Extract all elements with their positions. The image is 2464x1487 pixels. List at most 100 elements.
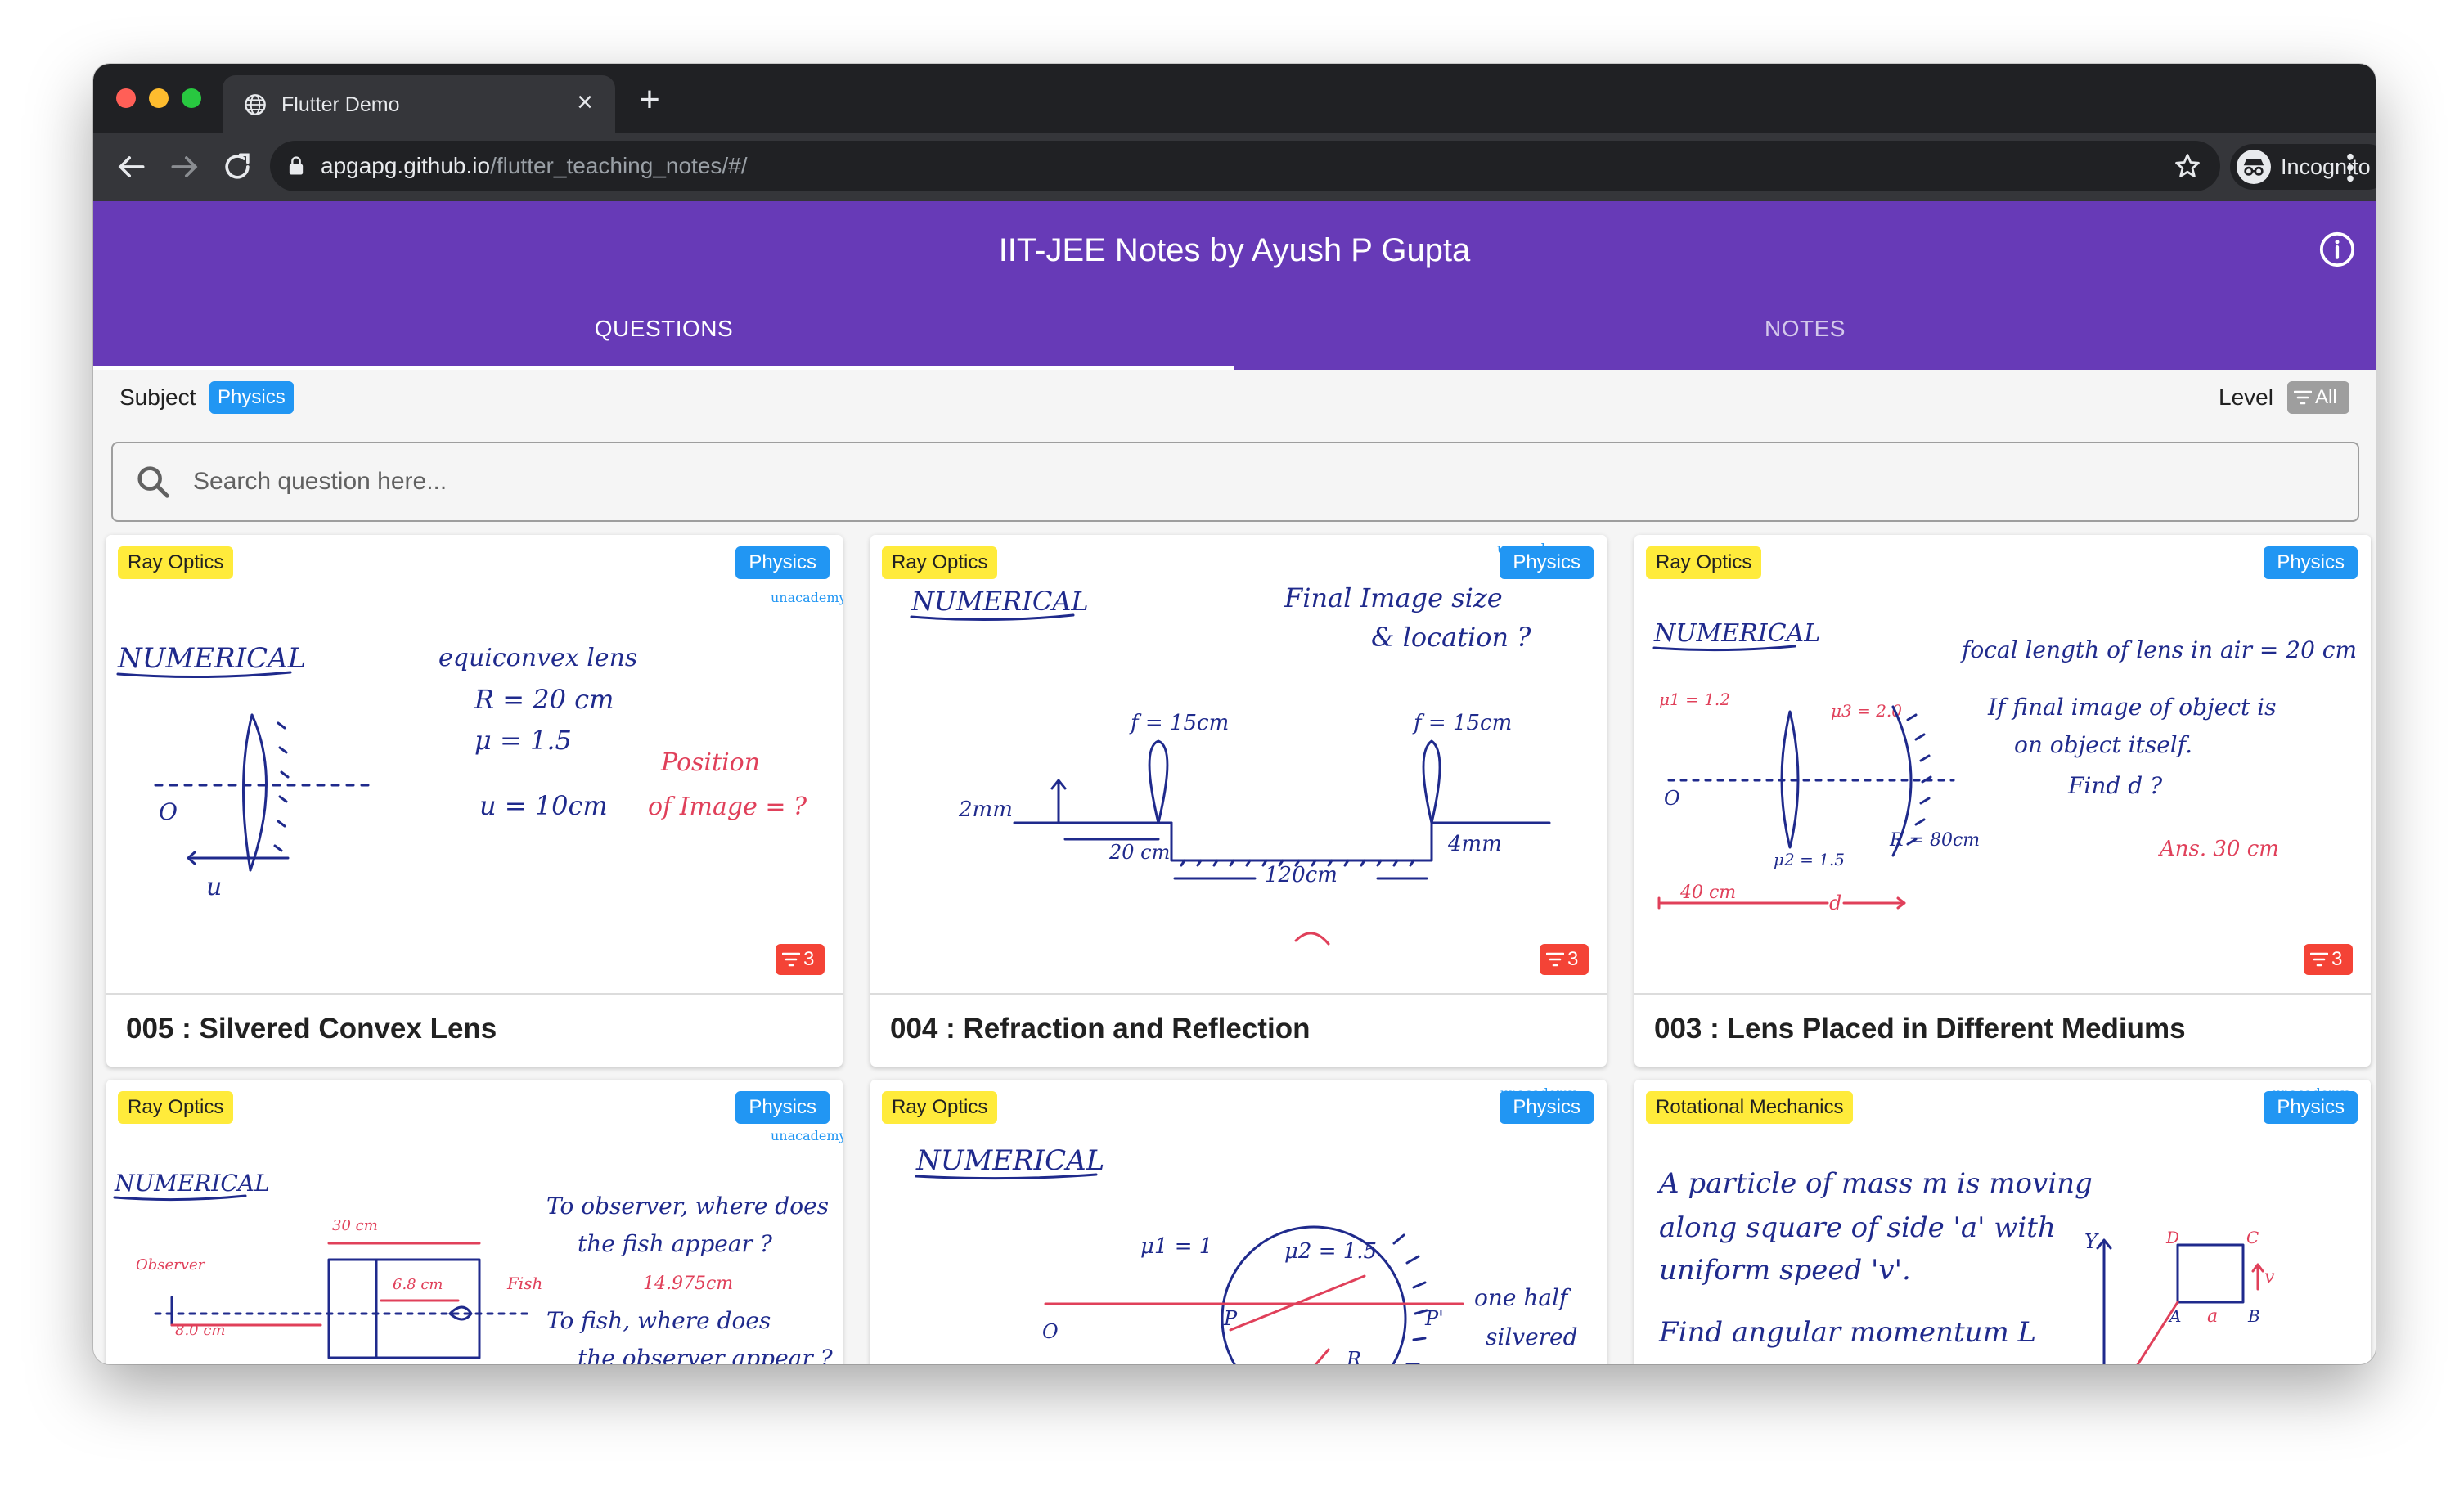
- url-host: apgapg.github.io: [321, 153, 491, 178]
- subject-filter-chip[interactable]: Physics: [209, 381, 294, 414]
- browser-tab[interactable]: Flutter Demo ×: [223, 75, 615, 133]
- subject-badge: Physics: [1500, 546, 1594, 579]
- tab-notes[interactable]: NOTES: [1234, 288, 2376, 370]
- note-line: & location ?: [1371, 622, 1531, 653]
- note-heading: NUMERICAL: [911, 586, 1089, 617]
- app-bar: IIT-JEE Notes by Ayush P Gupta QUESTIONS…: [93, 201, 2376, 370]
- topic-badge: Ray Optics: [882, 1091, 998, 1124]
- active-tab-indicator: [93, 366, 1234, 370]
- note-image: unacademy NUMERICAL equiconvex lens R = …: [106, 535, 843, 993]
- card-title: 003 : Lens Placed in Different Mediums: [1654, 1013, 2186, 1044]
- note-label: O: [1042, 1320, 1059, 1343]
- bookmark-star-icon[interactable]: [2173, 151, 2202, 181]
- tab-close-icon[interactable]: ×: [569, 87, 600, 118]
- subject-badge: Physics: [2264, 546, 2358, 579]
- incognito-icon: [2237, 150, 2271, 184]
- note-line: uniform speed 'v'.: [1659, 1254, 1911, 1287]
- note-line-red: 14.975cm: [643, 1274, 733, 1294]
- card-footer: 003 : Lens Placed in Different Mediums: [1634, 993, 2371, 1067]
- note-label: 4mm: [1447, 832, 1502, 856]
- note-label: μ3 = 2.0: [1831, 701, 1902, 721]
- topic-badge: Ray Optics: [882, 546, 998, 579]
- browser-tab-strip: Flutter Demo × +: [93, 64, 2376, 133]
- subject-badge: Physics: [2264, 1091, 2358, 1124]
- note-line: one half: [1474, 1284, 1571, 1311]
- note-line: If final image of object is: [1987, 694, 2277, 721]
- url-text: apgapg.github.io/flutter_teaching_notes/…: [321, 153, 748, 179]
- topic-badge: Ray Optics: [118, 546, 234, 579]
- note-line: on object itself.: [2014, 731, 2192, 758]
- note-label: D: [2165, 1228, 2179, 1247]
- tab-questions[interactable]: QUESTIONS: [93, 288, 1234, 370]
- question-card[interactable]: unacademy NUMERICAL μ1 = 1 μ2 = 1.5 O P …: [870, 1080, 1607, 1364]
- note-label: f = 15cm: [1412, 711, 1512, 735]
- filter-icon: [2310, 952, 2328, 967]
- filter-icon: [782, 952, 800, 967]
- question-card[interactable]: unacademy A particle of mass m is moving…: [1634, 1080, 2371, 1364]
- note-label: μ2 = 1.5: [1774, 850, 1845, 869]
- more-menu-icon[interactable]: [2346, 150, 2354, 185]
- new-tab-button[interactable]: +: [633, 82, 666, 118]
- note-line: μ = 1.5: [474, 725, 572, 756]
- note-heading: NUMERICAL: [1653, 619, 1820, 648]
- note-label: B: [2247, 1306, 2260, 1326]
- note-label: O: [159, 798, 178, 825]
- level-value: 3: [803, 948, 815, 970]
- note-label: 20 cm: [1108, 841, 1170, 864]
- question-card[interactable]: unacademy NUMERICAL Final Image size & l…: [870, 535, 1607, 1067]
- reload-icon[interactable]: [219, 149, 255, 185]
- note-label: u: [206, 873, 222, 901]
- subject-badge: Physics: [1500, 1091, 1594, 1124]
- minimize-window-button[interactable]: [149, 88, 169, 108]
- search-icon: [137, 466, 169, 498]
- topic-badge: Ray Optics: [118, 1091, 234, 1124]
- note-image: unacademy NUMERICAL focal length of lens…: [1634, 535, 2371, 993]
- lock-icon: [289, 156, 304, 175]
- note-line: To fish, where does: [546, 1307, 771, 1334]
- note-label: P: [1223, 1307, 1238, 1330]
- handwritten-note-drawing: unacademy NUMERICAL Final Image size & l…: [910, 541, 1573, 946]
- note-label: Y: [2084, 1230, 2099, 1253]
- url-path: /flutter_teaching_notes/#/: [490, 153, 748, 178]
- search-input[interactable]: [191, 460, 2322, 504]
- level-value: 3: [1567, 948, 1579, 970]
- note-line: focal length of lens in air = 20 cm: [1960, 636, 2357, 663]
- globe-icon: [245, 94, 266, 115]
- note-label: a: [2207, 1306, 2218, 1327]
- note-line: equiconvex lens: [438, 644, 637, 672]
- level-filter-label: Level: [2219, 384, 2273, 410]
- close-window-button[interactable]: [116, 88, 136, 108]
- note-label: Observer: [136, 1256, 206, 1274]
- note-label: d: [1829, 892, 1841, 914]
- incognito-label: Incognito: [2281, 155, 2371, 179]
- address-bar[interactable]: apgapg.github.io/flutter_teaching_notes/…: [270, 141, 2220, 191]
- question-card[interactable]: unacademy NUMERICAL To observer, where d…: [106, 1080, 843, 1364]
- search-box: [111, 442, 2359, 522]
- question-card[interactable]: unacademy NUMERICAL focal length of lens…: [1634, 535, 2371, 1067]
- question-card[interactable]: unacademy NUMERICAL equiconvex lens R = …: [106, 535, 843, 1067]
- note-line-red: Position: [660, 748, 760, 777]
- note-label: f = 15cm: [1129, 711, 1229, 735]
- note-label: P': [1424, 1307, 1444, 1330]
- back-arrow-icon[interactable]: [113, 149, 149, 185]
- note-label: 30 cm: [332, 1217, 378, 1234]
- level-badge: 3: [776, 944, 825, 975]
- maximize-window-button[interactable]: [182, 88, 201, 108]
- note-line: the observer appear ?: [578, 1345, 834, 1364]
- level-filter-chip[interactable]: All: [2287, 381, 2349, 414]
- note-line: along square of side 'a' with: [1659, 1211, 2056, 1244]
- level-badge: 3: [1540, 944, 1589, 975]
- filter-icon: [1546, 952, 1564, 967]
- card-title: 004 : Refraction and Reflection: [890, 1013, 1311, 1044]
- handwritten-note-drawing: unacademy NUMERICAL equiconvex lens R = …: [116, 590, 843, 901]
- subject-badge: Physics: [735, 546, 830, 579]
- level-filter-value: All: [2315, 386, 2337, 408]
- card-title: 005 : Silvered Convex Lens: [126, 1013, 497, 1044]
- note-heading: NUMERICAL: [117, 642, 306, 675]
- info-icon[interactable]: [2318, 231, 2356, 268]
- note-line: silvered: [1486, 1323, 1578, 1350]
- note-line: To observer, where does: [546, 1193, 829, 1220]
- note-line: u = 10cm: [479, 790, 608, 821]
- note-label: 6.8 cm: [393, 1276, 443, 1293]
- forward-arrow-icon[interactable]: [167, 149, 203, 185]
